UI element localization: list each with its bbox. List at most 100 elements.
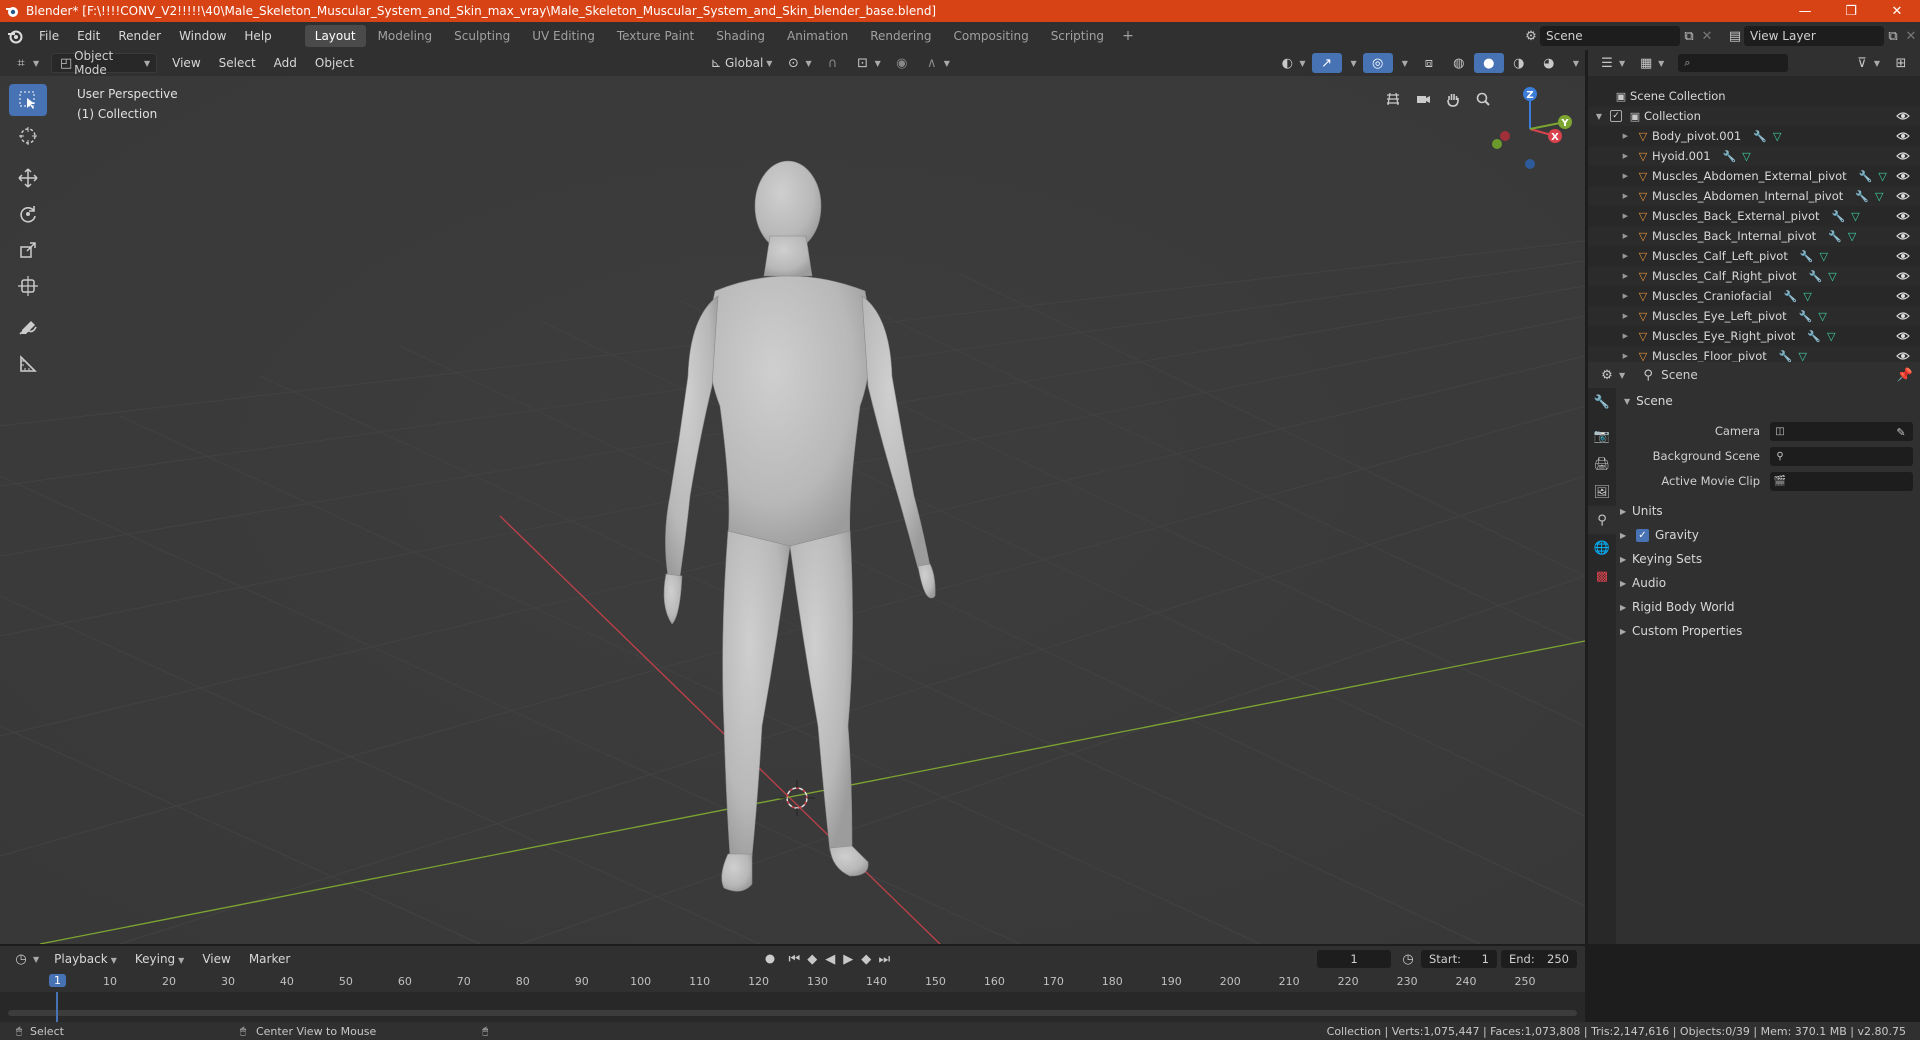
pivot-point-button[interactable]: ⊙ ▼ [778,53,817,73]
workspace-tab-texture-paint[interactable]: Texture Paint [607,25,704,47]
expand-triangle-icon[interactable]: ▶ [1588,192,1634,200]
prev-keyframe-icon[interactable]: ◆ [803,950,821,968]
minimize-button[interactable]: — [1782,0,1828,22]
tab-scene[interactable]: ⚲ [1588,506,1616,534]
mesh-data-icon[interactable]: ▽ [1848,230,1856,243]
modifier-wrench-icon[interactable]: 🔧 [1832,210,1846,223]
modifier-wrench-icon[interactable]: 🔧 [1779,350,1793,363]
modifier-wrench-icon[interactable]: 🔧 [1799,310,1813,323]
transform-orientation-selector[interactable]: ⊾ Global ▼ [701,53,778,73]
scale-tool[interactable] [9,234,47,266]
modifier-wrench-icon[interactable]: 🔧 [1809,270,1823,283]
tab-render[interactable]: 📷 [1588,422,1616,450]
outliner-search-input[interactable]: ⌕ [1678,54,1789,72]
modifier-wrench-icon[interactable]: 🔧 [1800,250,1814,263]
visibility-eye-icon[interactable] [1896,169,1910,183]
visibility-eye-icon[interactable] [1896,269,1910,283]
outliner-row-object[interactable]: ▶ ▽ Muscles_Abdomen_Internal_pivot 🔧 ▽ [1588,186,1920,206]
outliner-row-object[interactable]: ▶ ▽ Body_pivot.001 🔧 ▽ [1588,126,1920,146]
outliner-row-object[interactable]: ▶ ▽ Muscles_Calf_Left_pivot 🔧 ▽ [1588,246,1920,266]
proportional-edit-toggle[interactable]: ◉ [887,53,917,73]
outliner-row-collection[interactable]: ▼ ✓ ▣ Collection [1588,106,1920,126]
properties-editor-type[interactable]: ⚙ ▼ [1592,365,1631,385]
timeline-menu-marker[interactable]: Marker [240,948,299,970]
viewport-menu-add[interactable]: Add [265,52,306,74]
xray-toggle[interactable]: ⧈ [1414,53,1444,73]
custom-properties-panel[interactable]: ▶ Custom Properties [1620,620,1742,642]
close-button[interactable]: ✕ [1874,0,1920,22]
mesh-data-icon[interactable]: ▽ [1851,210,1859,223]
visibility-eye-icon[interactable] [1896,149,1910,163]
audio-panel[interactable]: ▶ Audio [1620,572,1666,594]
menu-window[interactable]: Window [170,25,235,47]
modifier-wrench-icon[interactable]: 🔧 [1807,330,1821,343]
preview-range-icon[interactable]: ◷ [1399,950,1417,968]
visibility-button[interactable]: ◐ ▼ [1272,53,1311,73]
pin-icon[interactable]: 📌 [1896,366,1914,384]
restore-button[interactable]: ❐ [1828,0,1874,22]
visibility-eye-icon[interactable] [1896,289,1910,303]
expand-triangle-icon[interactable]: ▶ [1588,212,1634,220]
shading-rendered[interactable]: ◕ [1534,53,1564,73]
play-icon[interactable]: ▶ [839,950,857,968]
timeline-menu-keying[interactable]: Keying ▼ [126,948,193,970]
current-frame-field[interactable]: 1 [1317,950,1391,968]
shading-solid[interactable]: ● [1473,53,1504,73]
expand-triangle-icon[interactable]: ▶ [1588,332,1634,340]
visibility-eye-icon[interactable] [1896,309,1910,323]
keying-sets-panel[interactable]: ▶ Keying Sets [1620,548,1702,570]
visibility-eye-icon[interactable] [1896,349,1910,363]
shading-material[interactable]: ◑ [1504,53,1534,73]
timeline-editor-type[interactable]: ◷ ▼ [6,949,45,969]
gravity-checkbox[interactable]: ✓ [1636,528,1649,542]
camera-field[interactable]: ◫ ✎ [1770,422,1913,441]
viewport-menu-object[interactable]: Object [306,52,363,74]
end-frame-field[interactable]: End: 250 [1501,950,1577,968]
active-movie-clip-field[interactable]: 🎬 [1770,472,1913,491]
menu-render[interactable]: Render [109,25,170,47]
menu-help[interactable]: Help [235,25,280,47]
rigid-body-world-panel[interactable]: ▶ Rigid Body World [1620,596,1735,618]
select-box-tool[interactable] [9,84,47,116]
3d-viewport[interactable]: User Perspective (1) Collection Z X Y [0,76,1585,944]
outliner-row-object[interactable]: ▶ ▽ Muscles_Craniofacial 🔧 ▽ [1588,286,1920,306]
eyedropper-icon[interactable]: ✎ [1892,423,1910,441]
mesh-data-icon[interactable]: ▽ [1878,170,1886,183]
modifier-wrench-icon[interactable]: 🔧 [1784,290,1798,303]
mode-selector[interactable]: ◰ Object Mode ▼ [51,49,158,77]
gizmo-toggle[interactable]: ↗ [1311,53,1342,73]
expand-triangle-icon[interactable]: ▶ [1588,352,1634,360]
expand-triangle-icon[interactable]: ▶ [1588,152,1634,160]
blender-menu-icon[interactable] [0,28,30,44]
annotate-tool[interactable] [9,312,47,344]
view-layer-icon[interactable]: ▤ [1726,27,1744,45]
expand-triangle-icon[interactable]: ▶ [1588,312,1634,320]
background-scene-field[interactable]: ⚲ [1770,447,1913,466]
tab-texture[interactable]: ▩ [1588,562,1616,590]
outliner-row-scene-collection[interactable]: ▣ Scene Collection [1588,86,1920,106]
mesh-data-icon[interactable]: ▽ [1742,150,1750,163]
outliner-row-object[interactable]: ▶ ▽ Muscles_Abdomen_External_pivot 🔧 ▽ [1588,166,1920,186]
shading-wireframe[interactable]: ◍ [1444,53,1474,73]
workspace-tab-scripting[interactable]: Scripting [1041,25,1114,47]
timeline-scrollbar[interactable] [8,1010,1577,1016]
workspace-tab-animation[interactable]: Animation [777,25,858,47]
workspace-tab-uv-editing[interactable]: UV Editing [522,25,605,47]
visibility-eye-icon[interactable] [1896,229,1910,243]
visibility-eye-icon[interactable] [1896,209,1910,223]
next-keyframe-icon[interactable]: ◆ [857,950,875,968]
visibility-eye-icon[interactable] [1896,129,1910,143]
viewport-menu-view[interactable]: View [163,52,209,74]
mesh-data-icon[interactable]: ▽ [1827,330,1835,343]
record-icon[interactable] [761,950,779,968]
editor-type-button[interactable]: ⌗ ▼ [6,53,45,73]
expand-triangle-icon[interactable]: ▶ [1588,252,1634,260]
overlay-menu[interactable]: ▼ [1393,53,1414,73]
expand-triangle-icon[interactable]: ▶ [1588,172,1634,180]
scene-selector[interactable]: Scene [1540,26,1680,46]
mesh-data-icon[interactable]: ▽ [1803,290,1811,303]
visibility-eye-icon[interactable] [1896,189,1910,203]
pan-hand-icon[interactable] [1440,86,1466,112]
modifier-wrench-icon[interactable]: 🔧 [1859,170,1873,183]
snap-target-button[interactable]: ⊡ ▼ [848,53,887,73]
